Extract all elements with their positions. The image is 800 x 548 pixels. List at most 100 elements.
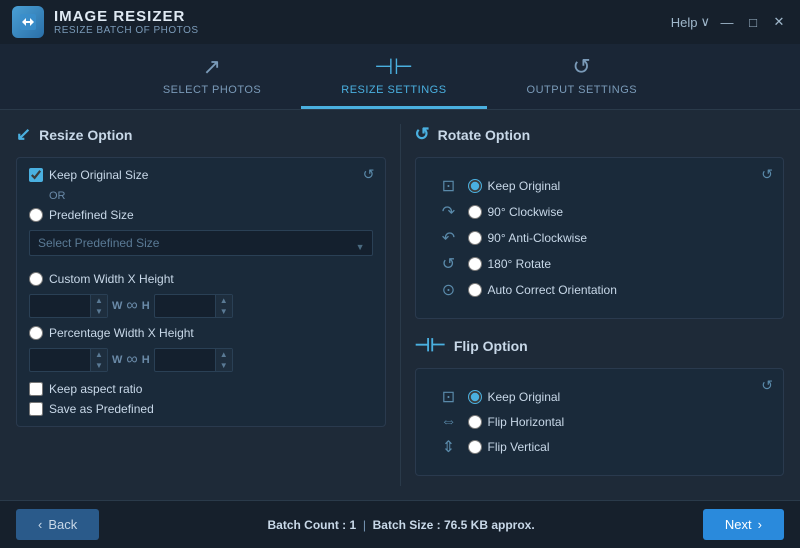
rotate-90cw-radio[interactable] [468,205,482,219]
flip-section-icon: ⊣⊢ [415,335,446,356]
rotate-section-icon: ↺ [415,124,430,145]
flip-keep-original-radio[interactable] [468,390,482,404]
percentage-size-radio-row: Percentage Width X Height [29,326,373,340]
resize-section-icon: ↙ [16,124,31,145]
percentage-height-input[interactable]: 100 [155,349,215,371]
custom-size-radio-label[interactable]: Custom Width X Height [29,272,174,286]
app-title-group: IMAGE RESIZER RESIZE BATCH OF PHOTOS [54,8,671,36]
footer: ‹ Back Batch Count : 1 | Batch Size : 76… [0,500,800,548]
percentage-w-label: W [112,354,122,366]
flip-horizontal-label[interactable]: Flip Horizontal [468,415,565,429]
flip-keep-original-label[interactable]: Keep Original [468,390,561,404]
tab-select-photos-label: SELECT PHOTOS [163,84,261,96]
batch-size-label: Batch Size : [373,518,441,532]
minimize-button[interactable]: — [718,13,736,31]
main-content: ↙ Resize Option ↺ Keep Original Size OR … [0,110,800,500]
resize-options-box: ↺ Keep Original Size OR Predefined Size … [16,157,386,427]
keep-original-size-checkbox[interactable] [29,168,43,182]
rotate-auto-icon: ⊙ [438,280,460,300]
custom-size-radio-row: Custom Width X Height [29,272,373,286]
title-bar: IMAGE RESIZER RESIZE BATCH OF PHOTOS Hel… [0,0,800,44]
next-chevron-icon: › [758,517,762,532]
percentage-h-label: H [142,354,150,366]
resize-reset-button[interactable]: ↺ [363,166,375,183]
batch-count-value: 1 [349,518,356,532]
rotate-180-radio[interactable] [468,257,482,271]
predefined-size-radio[interactable] [29,208,43,222]
maximize-button[interactable]: □ [744,13,762,31]
custom-width-up[interactable]: ▲ [91,295,107,306]
rotate-keep-original-radio[interactable] [468,179,482,193]
rotate-90anti-icon: ↶ [438,228,460,248]
custom-width-input[interactable]: 864 [30,295,90,317]
flip-item-keep-original: ⊡ Keep Original [438,387,762,407]
flip-vertical-label[interactable]: Flip Vertical [468,440,550,454]
flip-keep-original-icon: ⊡ [438,387,460,407]
right-panel: ↺ Rotate Option ↺ ⊡ Keep Original ↷ 90 [401,124,785,486]
output-settings-icon: ↺ [572,54,591,80]
flip-vertical-radio[interactable] [468,440,482,454]
percentage-width-input[interactable]: 100 [30,349,90,371]
custom-height-input[interactable]: 490 [155,295,215,317]
percentage-size-radio-label[interactable]: Percentage Width X Height [29,326,194,340]
custom-height-spin: ▲ ▼ [215,295,232,317]
next-button[interactable]: Next › [703,509,784,540]
rotate-90anti-radio[interactable] [468,231,482,245]
or-divider: OR [49,190,373,202]
left-panel: ↙ Resize Option ↺ Keep Original Size OR … [16,124,401,486]
custom-width-down[interactable]: ▼ [91,306,107,317]
custom-width-spin: ▲ ▼ [90,295,107,317]
back-button[interactable]: ‹ Back [16,509,99,540]
percentage-height-spin: ▲ ▼ [215,349,232,371]
custom-height-down[interactable]: ▼ [216,306,232,317]
rotate-90cw-label[interactable]: 90° Clockwise [468,205,564,219]
rotate-reset-button[interactable]: ↺ [761,166,773,183]
flip-section-title: ⊣⊢ Flip Option [415,335,785,356]
rotate-90anti-label[interactable]: 90° Anti-Clockwise [468,231,588,245]
save-as-predefined-checkbox[interactable] [29,402,43,416]
nav-tabs: ↗ SELECT PHOTOS ⊣⊢ RESIZE SETTINGS ↺ OUT… [0,44,800,110]
flip-horizontal-radio[interactable] [468,415,482,429]
rotate-item-90-anti: ↶ 90° Anti-Clockwise [438,228,762,248]
back-chevron-icon: ‹ [38,517,42,532]
custom-h-label: H [142,300,150,312]
custom-height-up[interactable]: ▲ [216,295,232,306]
percentage-width-down[interactable]: ▼ [91,360,107,371]
keep-aspect-ratio-label[interactable]: Keep aspect ratio [29,382,373,396]
rotate-item-auto: ⊙ Auto Correct Orientation [438,280,762,300]
custom-size-radio[interactable] [29,272,43,286]
flip-horizontal-icon: ⇔ [438,413,460,431]
help-button[interactable]: Help ∨ [671,14,710,30]
resize-settings-icon: ⊣⊢ [374,54,413,80]
predefined-size-select[interactable]: Select Predefined Size [29,230,373,256]
flip-vertical-icon: ⇕ [438,437,460,457]
percentage-height-group: 100 ▲ ▼ [154,348,233,372]
select-photos-icon: ↗ [203,54,222,80]
rotate-keep-original-label[interactable]: Keep Original [468,179,561,193]
rotate-keep-original-icon: ⊡ [438,176,460,196]
tab-resize-settings[interactable]: ⊣⊢ RESIZE SETTINGS [301,44,486,109]
flip-section: ⊣⊢ Flip Option ↺ ⊡ Keep Original ⇔ [415,335,785,476]
rotate-auto-radio[interactable] [468,283,482,297]
tab-select-photos[interactable]: ↗ SELECT PHOTOS [123,44,301,109]
flip-options-list: ⊡ Keep Original ⇔ Flip Horizontal [428,379,772,465]
rotate-180-label[interactable]: 180° Rotate [468,257,552,271]
percentage-height-down[interactable]: ▼ [216,360,232,371]
tab-output-settings-label: OUTPUT SETTINGS [527,84,638,96]
app-title: IMAGE RESIZER [54,8,671,25]
save-as-predefined-label[interactable]: Save as Predefined [29,402,373,416]
rotate-item-keep-original: ⊡ Keep Original [438,176,762,196]
custom-width-group: 864 ▲ ▼ [29,294,108,318]
close-button[interactable]: ✕ [770,13,788,31]
rotate-auto-label[interactable]: Auto Correct Orientation [468,283,617,297]
tab-output-settings[interactable]: ↺ OUTPUT SETTINGS [487,44,678,109]
rotate-item-180: ↺ 180° Rotate [438,254,762,274]
percentage-size-radio[interactable] [29,326,43,340]
percentage-width-up[interactable]: ▲ [91,349,107,360]
flip-reset-button[interactable]: ↺ [761,377,773,394]
custom-size-dimension-row: 864 ▲ ▼ W ∞ H 490 ▲ ▼ [29,294,373,318]
keep-aspect-ratio-checkbox[interactable] [29,382,43,396]
predefined-size-radio-label[interactable]: Predefined Size [29,208,134,222]
keep-original-size-checkbox-label[interactable]: Keep Original Size [29,168,148,182]
percentage-height-up[interactable]: ▲ [216,349,232,360]
